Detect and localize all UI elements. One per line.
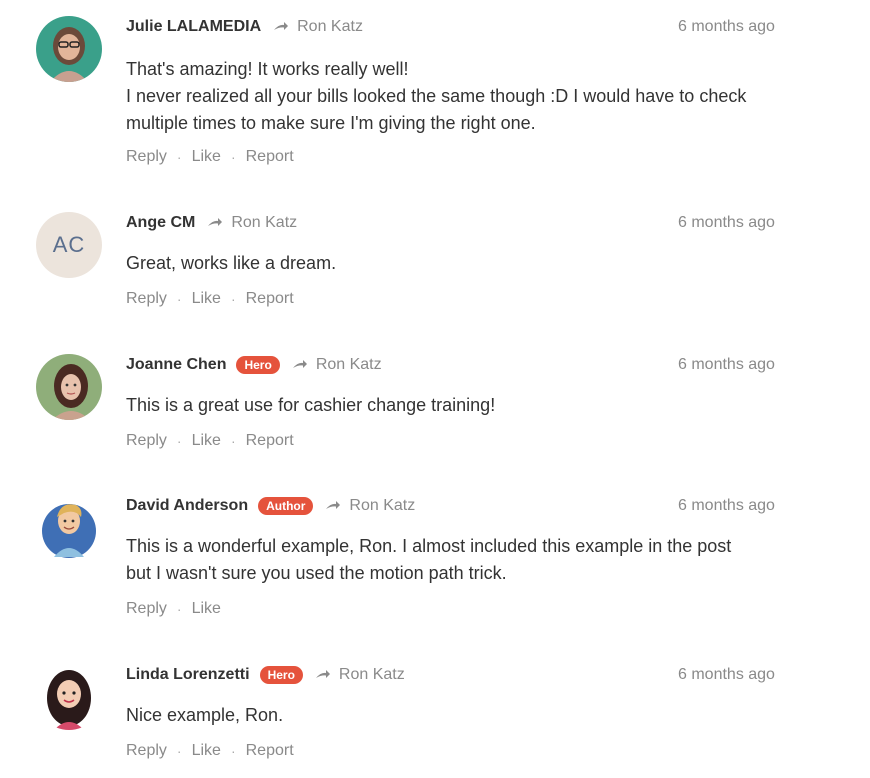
like-button[interactable]: Like (192, 432, 221, 450)
reply-to-name[interactable]: Ron Katz (339, 666, 405, 684)
reply-arrow-icon (207, 217, 223, 229)
author-name[interactable]: Julie LALAMEDIA (126, 18, 261, 36)
like-button[interactable]: Like (192, 148, 221, 166)
timestamp[interactable]: 6 months ago (678, 495, 775, 517)
avatar[interactable]: AC (36, 212, 102, 278)
reply-arrow-icon (325, 500, 341, 512)
reply-to-name[interactable]: Ron Katz (316, 356, 382, 374)
report-button[interactable]: Report (246, 148, 294, 166)
avatar[interactable] (36, 664, 102, 730)
comment-line: I never realized all your bills looked t… (126, 86, 747, 106)
avatar[interactable] (36, 495, 102, 561)
hero-badge: Hero (259, 666, 303, 684)
separator: · (176, 433, 182, 449)
reply-arrow-icon (292, 359, 308, 371)
reply-arrow-icon (315, 669, 331, 681)
comment-actions: Reply · Like (126, 600, 221, 618)
reply-button[interactable]: Reply (126, 148, 167, 166)
comment-line: but I wasn't sure you used the motion pa… (126, 563, 507, 583)
reply-button[interactable]: Reply (126, 432, 167, 450)
author-badge: Author (258, 497, 314, 515)
hero-badge: Hero (236, 356, 280, 374)
comment-body: Great, works like a dream. (126, 250, 786, 277)
separator: · (230, 743, 236, 759)
separator: · (230, 433, 236, 449)
comment-body: Nice example, Ron. (126, 702, 786, 729)
like-button[interactable]: Like (192, 290, 221, 308)
avatar-initials: AC (52, 232, 86, 257)
like-button[interactable]: Like (192, 742, 221, 760)
reply-to-name[interactable]: Ron Katz (231, 214, 297, 232)
comment-actions: Reply · Like · Report (126, 290, 294, 308)
comment-body: This is a wonderful example, Ron. I almo… (126, 533, 786, 587)
reply-button[interactable]: Reply (126, 290, 167, 308)
author-name[interactable]: Joanne Chen (126, 356, 226, 374)
comment-actions: Reply · Like · Report (126, 742, 294, 760)
avatar[interactable] (36, 16, 102, 82)
separator: · (176, 743, 182, 759)
timestamp[interactable]: 6 months ago (678, 354, 775, 376)
separator: · (176, 149, 182, 165)
comment-header: Joanne Chen Hero Ron Katz (126, 354, 382, 376)
reply-to-name[interactable]: Ron Katz (297, 18, 363, 36)
separator: · (230, 149, 236, 165)
comment-header: Ange CM Ron Katz (126, 212, 297, 234)
comment-header: Julie LALAMEDIA Ron Katz (126, 16, 363, 38)
report-button[interactable]: Report (246, 742, 294, 760)
timestamp[interactable]: 6 months ago (678, 212, 775, 234)
comment-header: Linda Lorenzetti Hero Ron Katz (126, 664, 405, 686)
timestamp[interactable]: 6 months ago (678, 16, 775, 38)
author-name[interactable]: David Anderson (126, 497, 248, 515)
reply-button[interactable]: Reply (126, 742, 167, 760)
report-button[interactable]: Report (246, 432, 294, 450)
avatar[interactable] (36, 354, 102, 420)
comment-line: This is a wonderful example, Ron. I almo… (126, 536, 732, 556)
comment-line: This is a great use for cashier change t… (126, 395, 496, 415)
comment-line: Great, works like a dream. (126, 253, 337, 273)
author-name[interactable]: Ange CM (126, 214, 195, 232)
comment-line: multiple times to make sure I'm giving t… (126, 113, 536, 133)
comment-line: Nice example, Ron. (126, 705, 284, 725)
author-name[interactable]: Linda Lorenzetti (126, 666, 250, 684)
report-button[interactable]: Report (246, 290, 294, 308)
comment-body: This is a great use for cashier change t… (126, 392, 786, 419)
reply-arrow-icon (273, 21, 289, 33)
comment-body: That's amazing! It works really well! I … (126, 56, 786, 137)
comment-actions: Reply · Like · Report (126, 148, 294, 166)
timestamp[interactable]: 6 months ago (678, 664, 775, 686)
comment-actions: Reply · Like · Report (126, 432, 294, 450)
comment-line: That's amazing! It works really well! (126, 59, 409, 79)
reply-button[interactable]: Reply (126, 600, 167, 618)
comment-header: David Anderson Author Ron Katz (126, 495, 415, 517)
separator: · (176, 291, 182, 307)
reply-to-name[interactable]: Ron Katz (349, 497, 415, 515)
like-button[interactable]: Like (192, 600, 221, 618)
separator: · (176, 601, 182, 617)
separator: · (230, 291, 236, 307)
